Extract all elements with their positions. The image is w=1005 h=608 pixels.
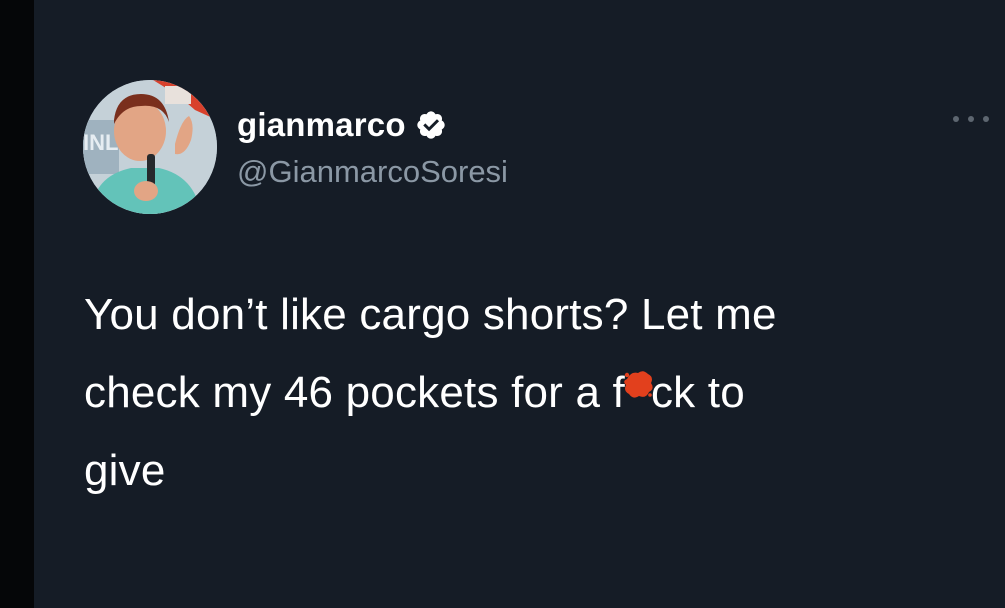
author-avatar[interactable]: INL	[83, 80, 217, 214]
avatar-sign-text: INL	[83, 130, 118, 155]
avatar-photo-icon: INL	[83, 80, 217, 214]
red-scribble-censor-icon	[624, 367, 653, 411]
verified-badge-icon	[415, 109, 447, 141]
more-dot	[968, 116, 974, 122]
more-dot	[983, 116, 989, 122]
author-handle[interactable]: @GianmarcoSoresi	[237, 152, 508, 192]
more-dot	[953, 116, 959, 122]
tweet-card: INL gianmarco @GianmarcoSoresi You don’t…	[34, 0, 1005, 608]
more-options-icon[interactable]	[953, 112, 989, 126]
display-name-row: gianmarco	[237, 103, 447, 147]
left-dark-border	[0, 0, 34, 608]
display-name[interactable]: gianmarco	[237, 103, 406, 147]
tweet-text: You don’t like cargo shorts? Let me chec…	[84, 276, 964, 510]
